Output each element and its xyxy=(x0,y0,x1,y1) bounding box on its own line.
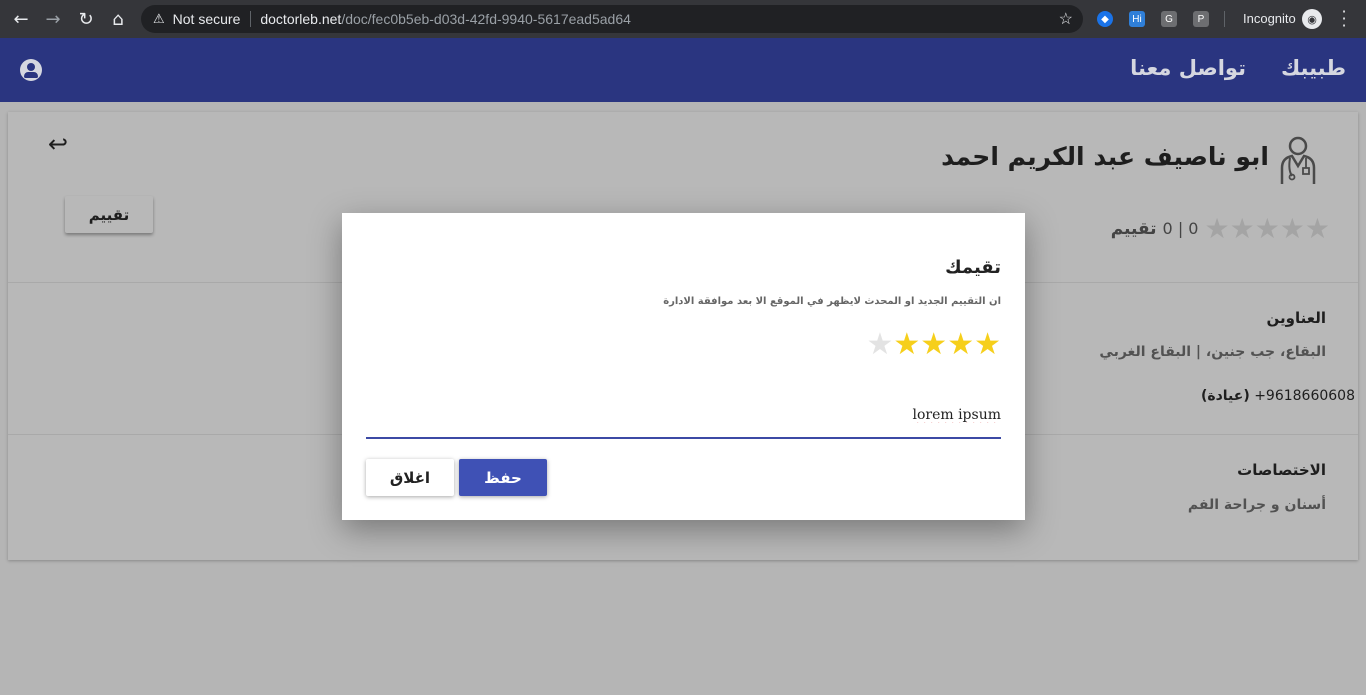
star-icon[interactable]: ★ xyxy=(947,327,974,362)
dialog-note: ان التقييم الجديد او المحدث لايظهر في ال… xyxy=(663,296,1001,307)
omnibox-divider xyxy=(250,11,252,27)
save-button[interactable]: حفظ xyxy=(459,459,547,496)
close-button[interactable]: اغلاق xyxy=(366,459,454,496)
reload-icon[interactable]: ↻ xyxy=(70,0,102,38)
security-label: Not secure xyxy=(172,11,241,27)
phone-value[interactable]: +9618660608 xyxy=(1254,388,1355,404)
incognito-label: Incognito xyxy=(1243,11,1296,26)
star-icon[interactable]: ★ xyxy=(974,327,1001,362)
back-arrow-icon[interactable]: ↩ xyxy=(48,130,68,158)
star-icon[interactable]: ★ xyxy=(920,327,947,362)
star-icon[interactable]: ★ xyxy=(866,327,893,362)
doctor-rating: ★★★★★ 0 | 0 تقييم xyxy=(1111,212,1330,245)
star-rating-input[interactable]: ★★★★★ xyxy=(866,327,1001,363)
dialog-title: تقيمك xyxy=(945,257,1001,278)
rating-dialog: تقيمك ان التقييم الجديد او المحدث لايظهر… xyxy=(342,213,1025,520)
address-bar[interactable]: ⚠ Not secure doctorleb.net /doc/fec0b5eb… xyxy=(141,5,1083,33)
account-circle-icon[interactable] xyxy=(20,59,42,81)
forward-icon[interactable]: → xyxy=(37,0,69,38)
url-path: /doc/fec0b5eb-d03d-42fd-9940-5617ead5ad6… xyxy=(341,11,631,27)
warning-icon: ⚠ xyxy=(153,11,165,26)
incognito-icon[interactable]: ◉ xyxy=(1302,9,1322,29)
phone-number: (عيادة) +9618660608 xyxy=(1201,388,1355,404)
doctor-icon xyxy=(1280,136,1316,184)
url-host: doctorleb.net xyxy=(260,11,342,27)
browser-toolbar: ← → ↻ ⌂ ⚠ Not secure doctorleb.net /doc/… xyxy=(0,0,1366,38)
review-text-field[interactable] xyxy=(366,393,1001,439)
addresses-title: العناوين xyxy=(1266,309,1326,327)
specialty-text: أسنان و جراحة الفم xyxy=(1187,497,1326,513)
phone-type: (عيادة) xyxy=(1200,388,1250,404)
rating-label: تقييم xyxy=(1110,218,1157,239)
doctor-name: ابو ناصيف عبد الكريم احمد xyxy=(941,142,1269,171)
rate-button[interactable]: تقييم xyxy=(65,196,153,233)
app-header: طبيبك تواصل معنا xyxy=(0,38,1366,102)
back-icon[interactable]: ← xyxy=(5,0,37,38)
specialties-title: الاختصاصات xyxy=(1237,461,1326,479)
extension-diamond-icon[interactable]: ◆ xyxy=(1097,11,1113,27)
toolbar-divider xyxy=(1224,11,1225,27)
nav-contact[interactable]: تواصل معنا xyxy=(1130,56,1246,80)
extension-g-icon[interactable]: G xyxy=(1161,11,1177,27)
home-icon[interactable]: ⌂ xyxy=(102,0,134,38)
rating-stars-icon: ★★★★★ xyxy=(1204,212,1330,245)
extension-hi-icon[interactable]: Hi xyxy=(1129,11,1145,27)
address-text: البقاع، جب جنين، | البقاع الغربي xyxy=(1099,344,1326,360)
brand-logo[interactable]: طبيبك xyxy=(1281,56,1346,80)
star-icon[interactable]: ★ xyxy=(893,327,920,362)
rating-count: 0 | 0 xyxy=(1162,219,1199,238)
extension-p-icon[interactable]: P xyxy=(1193,11,1209,27)
bookmark-star-icon[interactable]: ☆ xyxy=(1059,9,1073,29)
browser-menu-icon[interactable]: · · · xyxy=(1338,4,1350,34)
